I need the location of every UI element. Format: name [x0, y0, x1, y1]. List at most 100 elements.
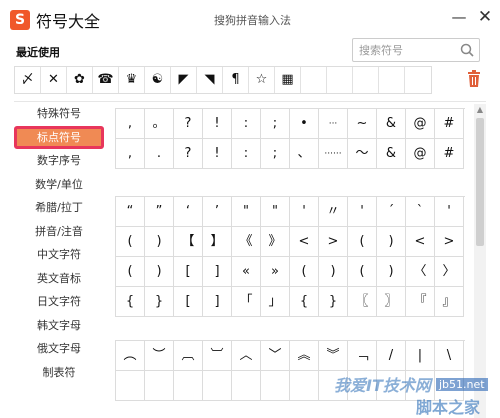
close-button[interactable]: ✕ [474, 6, 496, 28]
symbol-cell[interactable]: : [232, 139, 261, 169]
symbol-cell[interactable]: 〗 [377, 287, 406, 317]
symbol-cell[interactable]: ” [145, 197, 174, 227]
symbol-cell[interactable]: ; [261, 139, 290, 169]
recent-symbol-cell[interactable]: ☯ [145, 67, 171, 93]
symbol-cell[interactable]: ? [174, 139, 203, 169]
symbol-cell[interactable] [145, 371, 174, 401]
symbol-cell[interactable]: ) [145, 227, 174, 257]
symbol-cell[interactable]: 、 [290, 139, 319, 169]
symbol-cell[interactable]: ' [290, 197, 319, 227]
symbol-cell[interactable]: ( [290, 257, 319, 287]
symbol-cell[interactable]: } [145, 287, 174, 317]
symbol-cell[interactable]: ) [319, 257, 348, 287]
nav-item[interactable]: 俄文字母 [14, 337, 104, 361]
symbol-cell[interactable]: « [232, 257, 261, 287]
trash-icon[interactable] [466, 70, 482, 88]
symbol-cell[interactable]: ﹀ [261, 341, 290, 371]
symbol-cell[interactable]: ] [203, 287, 232, 317]
recent-symbol-cell[interactable]: ✿ [67, 67, 93, 93]
symbol-cell[interactable]: { [290, 287, 319, 317]
symbol-cell[interactable]: & [377, 139, 406, 169]
symbol-cell[interactable]: ) [145, 257, 174, 287]
symbol-cell[interactable]: 〖 [348, 287, 377, 317]
symbol-cell[interactable]: ( [348, 257, 377, 287]
recent-symbol-cell[interactable] [379, 67, 405, 93]
minimize-button[interactable]: — [448, 6, 470, 28]
symbol-cell[interactable]: > [435, 227, 464, 257]
symbol-cell[interactable]: ‘ [174, 197, 203, 227]
symbol-cell[interactable]: ︶ [145, 341, 174, 371]
symbol-cell[interactable]: 〉 [435, 257, 464, 287]
symbol-cell[interactable]: / [377, 341, 406, 371]
scroll-up-arrow-icon[interactable]: ▲ [474, 104, 486, 116]
symbol-cell[interactable]: , [116, 139, 145, 169]
nav-item[interactable]: 日文字符 [14, 290, 104, 314]
symbol-cell[interactable] [261, 371, 290, 401]
symbol-cell[interactable]: ; [261, 109, 290, 139]
search-icon[interactable] [459, 42, 475, 58]
symbol-cell[interactable]: : [232, 109, 261, 139]
symbol-cell[interactable]: ' [348, 197, 377, 227]
symbol-cell[interactable]: ﹁ [348, 341, 377, 371]
symbol-cell[interactable]: ˋ [406, 197, 435, 227]
symbol-cell[interactable]: ( [116, 257, 145, 287]
recent-symbol-cell[interactable]: ♛ [119, 67, 145, 93]
symbol-cell[interactable]: @ [406, 109, 435, 139]
recent-symbol-cell[interactable]: ▦ [275, 67, 301, 93]
symbol-cell[interactable]: # [435, 139, 464, 169]
symbol-cell[interactable]: ’ [203, 197, 232, 227]
nav-item[interactable]: 英文音标 [14, 267, 104, 291]
symbol-cell[interactable]: " [261, 197, 290, 227]
symbol-cell[interactable]: ! [203, 109, 232, 139]
vertical-scrollbar[interactable]: ▲ [474, 104, 486, 418]
search-box[interactable] [352, 38, 480, 62]
symbol-cell[interactable]: ( [116, 227, 145, 257]
symbol-cell[interactable]: ······ [319, 139, 348, 169]
symbol-cell[interactable]: 。 [145, 109, 174, 139]
symbol-cell[interactable]: ︹ [174, 341, 203, 371]
nav-item[interactable]: 数字序号 [14, 149, 104, 173]
symbol-cell[interactable]: [ [174, 287, 203, 317]
symbol-cell[interactable] [232, 371, 261, 401]
symbol-cell[interactable]: • [290, 109, 319, 139]
symbol-cell[interactable]: ··· [319, 109, 348, 139]
search-input[interactable] [359, 42, 455, 58]
symbol-cell[interactable]: \ [435, 341, 464, 371]
symbol-cell[interactable]: ? [174, 109, 203, 139]
symbol-cell[interactable]: > [319, 227, 348, 257]
symbol-cell[interactable]: 《 [232, 227, 261, 257]
nav-item[interactable]: 中文字符 [14, 243, 104, 267]
nav-item[interactable]: 希腊/拉丁 [14, 196, 104, 220]
symbol-cell[interactable]: ˊ [377, 197, 406, 227]
symbol-cell[interactable]: < [290, 227, 319, 257]
symbol-cell[interactable]: ( [348, 227, 377, 257]
recent-symbol-cell[interactable] [301, 67, 327, 93]
symbol-cell[interactable]: ) [377, 227, 406, 257]
symbol-cell[interactable]: ︿ [232, 341, 261, 371]
symbol-cell[interactable]: 〈 [406, 257, 435, 287]
symbol-cell[interactable]: & [377, 109, 406, 139]
recent-symbol-cell[interactable] [353, 67, 379, 93]
symbol-cell[interactable]: ︵ [116, 341, 145, 371]
recent-symbol-cell[interactable]: 〆 [15, 67, 41, 93]
recent-symbol-cell[interactable] [405, 67, 431, 93]
symbol-cell[interactable]: “ [116, 197, 145, 227]
symbol-cell[interactable]: ) [377, 257, 406, 287]
symbol-cell[interactable]: [ [174, 257, 203, 287]
symbol-cell[interactable]: ~ [348, 109, 377, 139]
symbol-cell[interactable]: { [116, 287, 145, 317]
symbol-cell[interactable] [203, 371, 232, 401]
symbol-cell[interactable]: < [406, 227, 435, 257]
symbol-cell[interactable]: 」 [261, 287, 290, 317]
symbol-cell[interactable]: ︺ [203, 341, 232, 371]
symbol-cell[interactable]: 》 [261, 227, 290, 257]
symbol-cell[interactable]: ] [203, 257, 232, 287]
symbol-cell[interactable] [290, 371, 319, 401]
nav-item[interactable]: 拼音/注音 [14, 220, 104, 244]
symbol-cell[interactable]: ︾ [319, 341, 348, 371]
recent-symbol-cell[interactable]: ◥ [197, 67, 223, 93]
nav-item[interactable]: 制表符 [14, 361, 104, 385]
symbol-cell[interactable]: , [116, 109, 145, 139]
symbol-cell[interactable]: # [435, 109, 464, 139]
symbol-cell[interactable]: » [261, 257, 290, 287]
